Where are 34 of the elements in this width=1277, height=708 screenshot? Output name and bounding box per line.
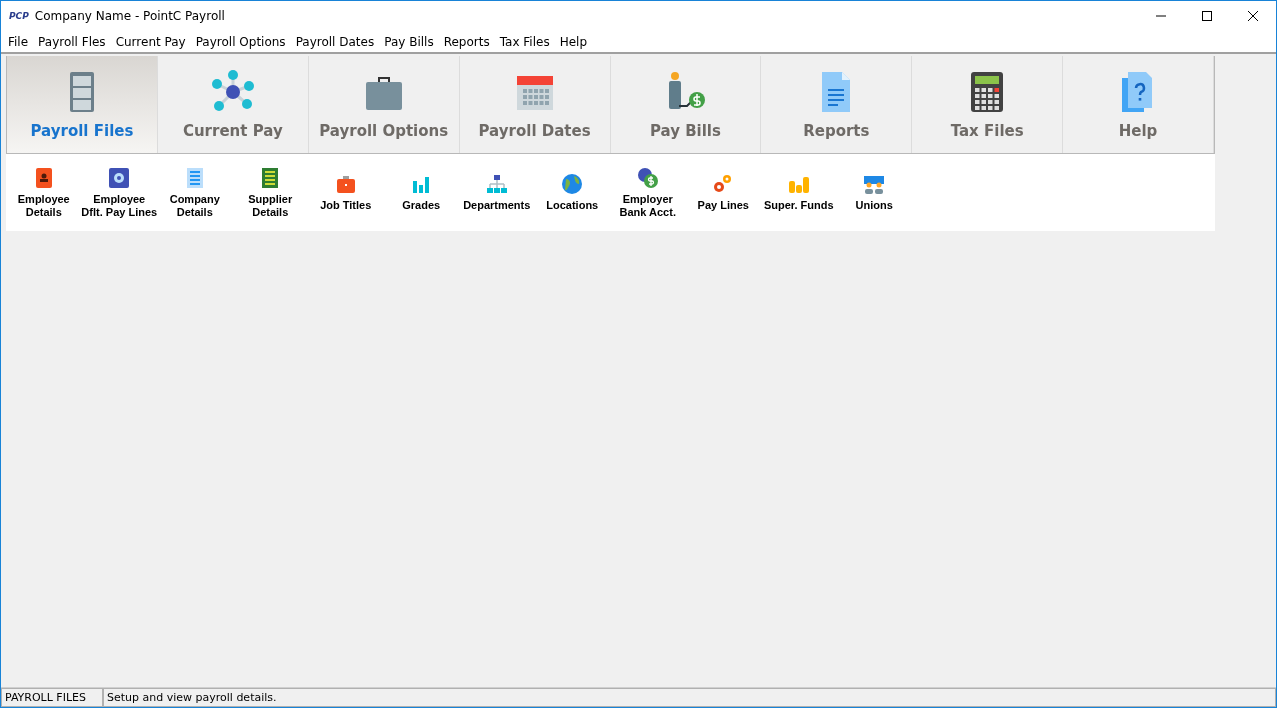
menu-item[interactable]: Pay Bills [379, 34, 439, 49]
toolbar-button[interactable]: Job Titles [308, 154, 384, 231]
toolbar-button[interactable]: Employee Dflt. Pay Lines [81, 154, 157, 231]
toolbar-button[interactable]: Pay Lines [685, 154, 761, 231]
toolbar-button[interactable]: Unions [836, 154, 912, 231]
toolbar-button[interactable]: Employer Bank Acct. [610, 154, 686, 231]
menu-item[interactable]: Payroll Options [190, 34, 291, 49]
toolbar-button[interactable]: Supplier Details [232, 154, 308, 231]
menu-item[interactable]: Reports [438, 34, 495, 49]
toolbar-button[interactable]: Employee Details [6, 154, 82, 231]
toolbar-button[interactable]: Locations [534, 154, 610, 231]
menu-item[interactable]: Current Pay [110, 34, 191, 49]
status-message: Setup and view payroll details. [103, 688, 1276, 707]
window-title: Company Name - PointC Payroll [34, 9, 225, 23]
toolbar-button[interactable]: Departments [459, 154, 535, 231]
org-chart-icon [485, 173, 508, 195]
network-icon [210, 70, 255, 114]
briefcase-icon [334, 173, 357, 195]
ribbon-tab[interactable]: Payroll Files [7, 56, 158, 153]
menu-item[interactable]: File [3, 34, 34, 49]
menu-item[interactable]: Payroll Fles [33, 34, 111, 49]
menu-item[interactable]: Tax Files [494, 34, 555, 49]
status-section: PAYROLL FILES [1, 688, 103, 707]
menu-item[interactable]: Payroll Dates [290, 34, 380, 49]
close-icon [1248, 11, 1258, 21]
toolbar-button[interactable]: Super. Funds [761, 154, 837, 231]
menu-item[interactable]: Help [554, 34, 592, 49]
toolbar-button[interactable]: Grades [383, 154, 459, 231]
people-icon [863, 173, 886, 195]
toolbar-button[interactable]: Company Details [157, 154, 233, 231]
maximize-icon [1202, 11, 1212, 21]
currency-icon [636, 166, 659, 189]
app-logo: PCP [9, 11, 29, 21]
globe-icon [561, 173, 584, 195]
